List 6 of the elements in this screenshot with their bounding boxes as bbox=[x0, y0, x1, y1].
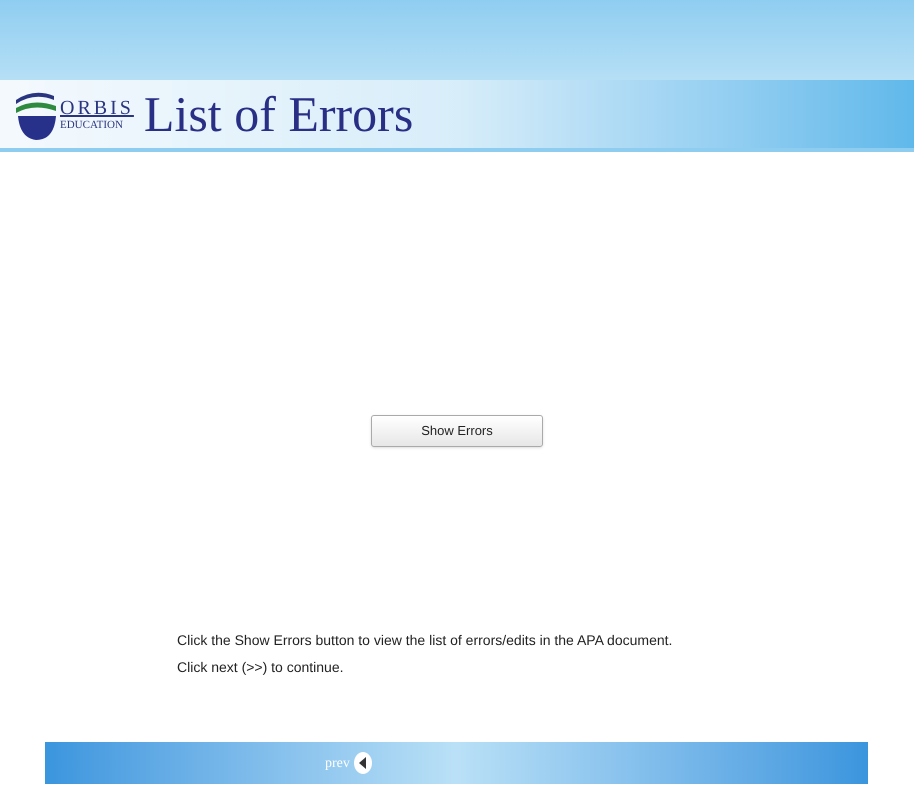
logo-subtext: EDUCATION bbox=[60, 120, 124, 130]
instruction-text: Click the Show Errors button to view the list of errors/edits in the APA document. bbox=[177, 631, 672, 650]
instruction-text: Click next (>>) to continue. bbox=[177, 658, 345, 677]
page-title: List of Errors bbox=[144, 89, 414, 139]
show-errors-button[interactable]: Show Errors bbox=[371, 415, 543, 447]
logo-text: ORBIS bbox=[60, 98, 134, 118]
